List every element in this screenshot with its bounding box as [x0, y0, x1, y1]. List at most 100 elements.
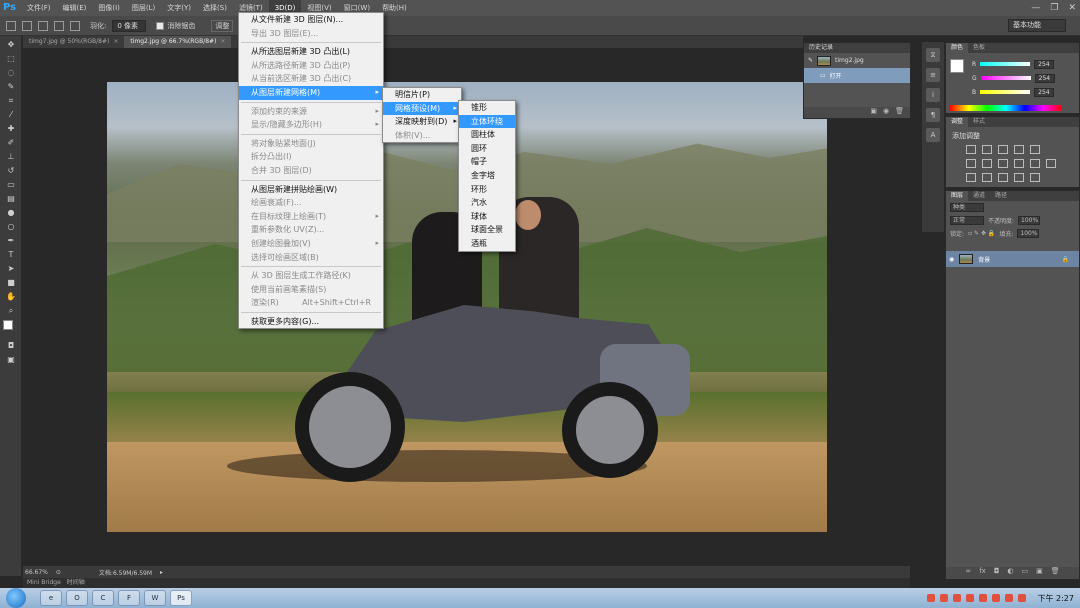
dodge-tool-icon[interactable]: ○: [5, 221, 17, 232]
link-icon[interactable]: ∞: [965, 567, 971, 579]
workspace-select[interactable]: 基本功能: [1008, 19, 1066, 32]
history-icon[interactable]: ⧖: [926, 48, 940, 62]
info-icon[interactable]: i: [926, 88, 940, 102]
subtract-selection-icon[interactable]: [54, 20, 64, 31]
snapshot-icon[interactable]: ◉: [883, 107, 889, 118]
path-select-tool-icon[interactable]: ➤: [5, 263, 17, 274]
history-snapshot[interactable]: ✎ timg2.jpg: [804, 53, 910, 68]
channel-mixer-icon[interactable]: [1030, 159, 1040, 168]
menu-select[interactable]: 选择(S): [197, 0, 233, 16]
tray-icon[interactable]: [927, 594, 936, 602]
menu-layer[interactable]: 图层(L): [126, 0, 161, 16]
pen-tool-icon[interactable]: ✒: [5, 235, 17, 246]
stamp-tool-icon[interactable]: ⊥: [5, 151, 17, 162]
tray-icon[interactable]: [979, 594, 988, 602]
paragraph-icon[interactable]: ¶: [926, 108, 940, 122]
tab-adjustments[interactable]: 调整: [946, 117, 969, 127]
antialias-checkbox[interactable]: 消除锯齿: [156, 21, 195, 31]
menu-image[interactable]: 图像(I): [92, 0, 126, 16]
tray-icon[interactable]: [966, 594, 975, 602]
photo-filter-icon[interactable]: [1014, 159, 1024, 168]
history-panel-tab[interactable]: 历史记录: [804, 43, 910, 53]
brush-tool-icon[interactable]: ✐: [5, 137, 17, 148]
lasso-preset-icon[interactable]: [6, 20, 16, 31]
blue-slider[interactable]: [980, 90, 1031, 94]
foreground-color-swatch[interactable]: [3, 320, 13, 330]
red-slider[interactable]: [980, 62, 1031, 66]
menu-item[interactable]: 从图层新建拼贴绘画(W): [239, 183, 383, 197]
submenu-item[interactable]: 明信片(P): [383, 88, 461, 102]
menu-item[interactable]: 获取更多内容(G)...: [239, 315, 383, 329]
mesh-preset-item[interactable]: 圆环: [459, 142, 515, 156]
eyedropper-tool-icon[interactable]: ⁄: [5, 109, 17, 120]
curves-icon[interactable]: [998, 145, 1008, 154]
mesh-preset-item[interactable]: 球体: [459, 210, 515, 224]
foreground-color-chip[interactable]: [950, 59, 964, 73]
shape-tool-icon[interactable]: ■: [5, 277, 17, 288]
close-icon[interactable]: ✕: [1068, 3, 1076, 13]
close-icon[interactable]: ×: [113, 38, 118, 45]
restore-icon[interactable]: ❐: [1050, 3, 1058, 13]
quick-mask-icon[interactable]: ◘: [5, 340, 17, 351]
history-brush-tool-icon[interactable]: ↺: [5, 165, 17, 176]
clock[interactable]: 下午 2:27: [1037, 593, 1074, 604]
layer-kind-select[interactable]: 种类: [950, 203, 984, 212]
eraser-tool-icon[interactable]: ▭: [5, 179, 17, 190]
document-tab-active[interactable]: timg2.jpg @ 66.7%(RGB/8#) ×: [124, 36, 232, 48]
mesh-preset-item[interactable]: 环形: [459, 183, 515, 197]
tray-icon[interactable]: [992, 594, 1001, 602]
quick-select-tool-icon[interactable]: ✎: [5, 81, 17, 92]
mesh-preset-item[interactable]: 圆柱体: [459, 128, 515, 142]
tab-timeline[interactable]: 时间轴: [67, 578, 85, 588]
fx-icon[interactable]: fx: [979, 567, 986, 579]
levels-icon[interactable]: [982, 145, 992, 154]
color-lookup-icon[interactable]: [1046, 159, 1056, 168]
new-layer-icon[interactable]: ▣: [1036, 567, 1043, 579]
type-tool-icon[interactable]: T: [5, 249, 17, 260]
trash-icon[interactable]: 🗑: [895, 107, 904, 118]
mask-icon[interactable]: ◘: [994, 567, 1000, 579]
mesh-preset-item[interactable]: 酒瓶: [459, 237, 515, 251]
close-icon[interactable]: ×: [220, 38, 225, 45]
mesh-preset-item[interactable]: 立体环绕: [459, 114, 515, 129]
gradient-tool-icon[interactable]: ▤: [5, 193, 17, 204]
intersect-selection-icon[interactable]: [70, 20, 80, 31]
zoom-level[interactable]: 66.67%: [25, 569, 48, 576]
foreground-background-color[interactable]: [3, 320, 19, 336]
tab-color[interactable]: 颜色: [946, 43, 969, 53]
tray-icon[interactable]: [953, 594, 962, 602]
hue-saturation-icon[interactable]: [966, 159, 976, 168]
submenu-item[interactable]: 深度映射到(D) ▸: [383, 115, 461, 129]
fill-input[interactable]: 100%: [1017, 229, 1040, 238]
properties-icon[interactable]: ≡: [926, 68, 940, 82]
refine-edge-button[interactable]: 调整: [211, 19, 234, 32]
mesh-preset-item[interactable]: 金字塔: [459, 169, 515, 183]
mesh-preset-item[interactable]: 球面全景: [459, 223, 515, 237]
submenu-item[interactable]: 网格预设(M) ▸: [383, 101, 461, 116]
trash-icon[interactable]: 🗑: [1051, 567, 1060, 579]
healing-tool-icon[interactable]: ✚: [5, 123, 17, 134]
minimize-icon[interactable]: —: [1031, 3, 1040, 13]
crop-tool-icon[interactable]: ⌗: [5, 95, 17, 106]
screen-mode-icon[interactable]: ▣: [5, 354, 17, 365]
feather-input[interactable]: 0 像素: [112, 19, 147, 32]
tray-icon[interactable]: [1005, 594, 1014, 602]
taskbar-app[interactable]: O: [66, 590, 88, 606]
color-spectrum[interactable]: [950, 105, 1062, 111]
eye-icon[interactable]: ◉: [949, 256, 954, 263]
opacity-input[interactable]: 100%: [1018, 216, 1041, 225]
taskbar-app[interactable]: W: [144, 590, 166, 606]
tab-swatches[interactable]: 色板: [968, 43, 990, 53]
blue-value[interactable]: 254: [1034, 87, 1055, 97]
selective-color-icon[interactable]: [1030, 173, 1040, 182]
new-document-icon[interactable]: ▣: [870, 107, 877, 118]
menu-edit[interactable]: 编辑(E): [57, 0, 93, 16]
green-slider[interactable]: [980, 76, 1031, 80]
green-value[interactable]: 254: [1034, 73, 1055, 83]
menu-item[interactable]: 从所选图层新建 3D 凸出(L): [239, 45, 383, 59]
tab-paths[interactable]: 路径: [990, 191, 1012, 201]
new-selection-icon[interactable]: [22, 20, 32, 31]
menu-item[interactable]: 从文件新建 3D 图层(N)...: [239, 13, 383, 27]
tray-icon[interactable]: [940, 594, 949, 602]
exposure-icon[interactable]: [1014, 145, 1024, 154]
